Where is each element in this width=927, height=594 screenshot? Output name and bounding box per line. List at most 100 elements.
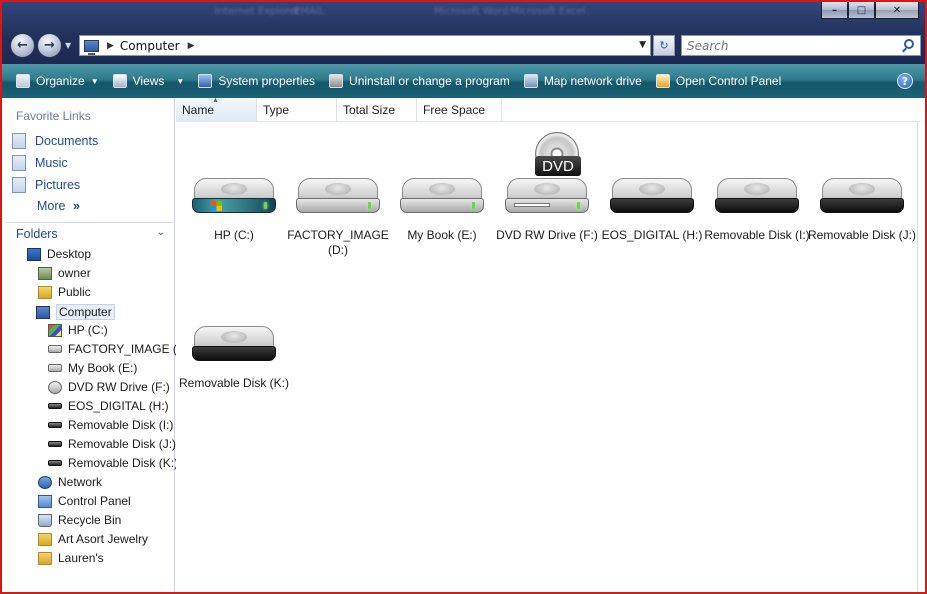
system-properties-button[interactable]: System properties xyxy=(198,74,315,88)
tree-label: Lauren's xyxy=(58,551,104,565)
map-network-drive-button[interactable]: Map network drive xyxy=(523,74,642,88)
back-button[interactable]: ← xyxy=(10,33,35,58)
drive-item-e[interactable]: My Book (E:) xyxy=(390,130,494,243)
removable-disk-icon xyxy=(818,170,906,218)
vertical-scrollbar[interactable] xyxy=(917,122,921,592)
control-panel-icon xyxy=(38,494,52,508)
blurred-taskbar-label: EMAIL xyxy=(294,6,325,17)
navigation-pane: Favorite Links Documents Music Pictures … xyxy=(2,98,186,592)
hdd-windows-icon xyxy=(190,170,278,218)
favorite-label: Documents xyxy=(35,134,99,148)
breadcrumb-arrow-icon[interactable]: ▶ xyxy=(188,41,195,51)
drive-item-d[interactable]: FACTORY_IMAGE (D:) xyxy=(286,130,390,258)
tree-item-drive-k[interactable]: Removable Disk (K:) xyxy=(48,456,178,470)
column-label: Type xyxy=(263,103,290,117)
tree-item-desktop[interactable]: Desktop xyxy=(27,247,91,261)
double-chevron-icon: » xyxy=(72,199,80,213)
more-favorites-link[interactable]: More » xyxy=(37,199,80,213)
favorite-documents[interactable]: Documents xyxy=(12,133,98,149)
tree-item-laurens[interactable]: Lauren's xyxy=(38,551,104,565)
removable-disk-icon xyxy=(48,403,62,409)
title-bar: Internet Explorer EMAIL Microsoft Word M… xyxy=(2,2,925,64)
tree-item-drive-i[interactable]: Removable Disk (I:) xyxy=(48,418,173,432)
control-panel-icon xyxy=(655,74,670,88)
organize-icon xyxy=(16,74,30,88)
forward-button[interactable]: → xyxy=(37,33,62,58)
drive-item-i[interactable]: Removable Disk (I:) xyxy=(704,130,810,243)
drive-label: DVD RW Drive (F:) xyxy=(496,228,598,242)
column-header-type[interactable]: Type xyxy=(257,98,337,122)
more-label: More xyxy=(37,199,66,213)
favorite-pictures[interactable]: Pictures xyxy=(12,177,80,193)
dvd-drive-icon xyxy=(48,380,62,394)
column-label: Free Space xyxy=(423,103,486,117)
tree-label: DVD RW Drive (F:) xyxy=(68,380,170,394)
organize-button[interactable]: Organize ▼ xyxy=(16,74,99,88)
favorite-links-header: Favorite Links xyxy=(16,109,91,123)
tree-item-owner[interactable]: owner xyxy=(38,266,91,280)
close-icon[interactable]: ✕ xyxy=(875,2,919,19)
breadcrumb-arrow-icon[interactable]: ▶ xyxy=(107,41,114,51)
uninstall-program-button[interactable]: Uninstall or change a program xyxy=(329,74,510,88)
pictures-icon xyxy=(12,177,26,193)
refresh-button[interactable]: ↻ xyxy=(653,35,675,56)
tree-label: Art Asort Jewelry xyxy=(58,532,149,546)
maximize-icon[interactable]: □ xyxy=(848,2,875,19)
open-control-panel-button[interactable]: Open Control Panel xyxy=(655,74,782,88)
folder-icon xyxy=(38,532,52,546)
system-properties-icon xyxy=(198,74,213,88)
search-icon[interactable] xyxy=(904,39,914,49)
search-box[interactable] xyxy=(681,35,921,56)
column-header-name[interactable]: ▲ Name xyxy=(176,97,257,122)
organize-label: Organize xyxy=(36,74,85,88)
column-header-free-space[interactable]: Free Space xyxy=(417,98,502,122)
help-icon[interactable]: ? xyxy=(897,73,913,89)
drive-item-c[interactable]: HP (C:) xyxy=(182,130,286,243)
breadcrumb-computer[interactable]: Computer xyxy=(120,39,180,53)
drive-item-k[interactable]: Removable Disk (K:) xyxy=(179,278,289,391)
views-button[interactable]: Views ▼ xyxy=(112,74,185,88)
removable-disk-icon xyxy=(48,422,62,428)
tree-item-drive-e[interactable]: My Book (E:) xyxy=(48,361,137,375)
tree-label: Network xyxy=(58,475,103,489)
tree-item-control-panel[interactable]: Control Panel xyxy=(38,494,131,508)
chevron-down-icon[interactable]: ⌄ xyxy=(157,227,165,238)
tree-item-drive-h[interactable]: EOS_DIGITAL (H:) xyxy=(48,399,169,413)
explorer-window: Internet Explorer EMAIL Microsoft Word M… xyxy=(0,0,927,594)
dvd-badge: DVD xyxy=(535,156,581,176)
favorite-music[interactable]: Music xyxy=(12,155,68,171)
command-bar: Organize ▼ Views ▼ System properties Uni… xyxy=(2,64,925,98)
tree-item-drive-j[interactable]: Removable Disk (J:) xyxy=(48,437,176,451)
tree-item-computer[interactable]: Computer xyxy=(36,304,115,320)
drive-item-j[interactable]: Removable Disk (J:) xyxy=(808,130,916,243)
windows-drive-icon xyxy=(48,323,62,337)
drive-label: Removable Disk (I:) xyxy=(704,228,810,242)
favorite-label: Music xyxy=(35,156,68,170)
address-bar[interactable]: ▶ Computer ▶ ▼ xyxy=(79,35,651,56)
tree-label: Recycle Bin xyxy=(58,513,122,527)
tree-item-drive-f[interactable]: DVD RW Drive (F:) xyxy=(48,380,170,394)
chevron-down-icon: ▼ xyxy=(176,76,185,86)
removable-disk-icon xyxy=(190,318,278,366)
tree-item-drive-d[interactable]: FACTORY_IMAGE (D xyxy=(48,342,186,356)
drive-item-f[interactable]: DVD DVD RW Drive (F:) xyxy=(495,130,599,243)
documents-icon xyxy=(12,133,26,149)
desktop-icon xyxy=(27,247,41,261)
removable-disk-icon xyxy=(48,441,62,447)
column-label: Total Size xyxy=(343,103,396,117)
tree-item-art-asort-jewelry[interactable]: Art Asort Jewelry xyxy=(38,532,148,546)
tree-item-public[interactable]: Public xyxy=(38,285,91,299)
drive-item-h[interactable]: EOS_DIGITAL (H:) xyxy=(600,130,704,243)
tree-item-recycle-bin[interactable]: Recycle Bin xyxy=(38,513,121,527)
address-dropdown-icon[interactable]: ▼ xyxy=(639,40,646,50)
column-header-total-size[interactable]: Total Size xyxy=(337,98,417,122)
control-panel-label: Open Control Panel xyxy=(675,74,782,88)
search-input[interactable] xyxy=(687,38,887,53)
folders-header[interactable]: Folders ⌄ xyxy=(6,222,173,244)
minimize-icon[interactable]: – xyxy=(821,2,848,19)
tree-item-network[interactable]: Network xyxy=(38,475,102,489)
tree-item-drive-c[interactable]: HP (C:) xyxy=(48,323,108,337)
recent-pages-chevron-icon[interactable]: ▼ xyxy=(65,41,71,50)
map-drive-label: Map network drive xyxy=(543,74,642,88)
folder-icon xyxy=(38,285,52,299)
